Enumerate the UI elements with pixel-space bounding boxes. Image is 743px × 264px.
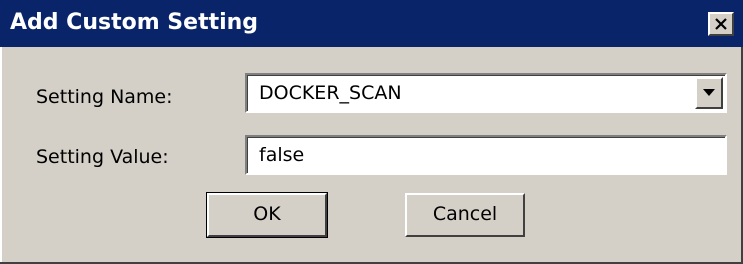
add-custom-setting-dialog: Add Custom Setting Setting Name: DOCKER_… — [0, 0, 743, 264]
close-icon — [715, 18, 727, 30]
setting-value-label: Setting Value: — [36, 146, 169, 168]
setting-value-input[interactable]: false — [245, 135, 727, 175]
close-button[interactable] — [708, 12, 734, 36]
setting-name-label: Setting Name: — [36, 86, 173, 108]
chevron-down-icon — [703, 89, 715, 96]
dropdown-button[interactable] — [695, 77, 723, 109]
title-bar[interactable]: Add Custom Setting — [0, 0, 743, 47]
setting-name-value: DOCKER_SCAN — [259, 82, 402, 104]
setting-name-dropdown[interactable]: DOCKER_SCAN — [245, 73, 727, 113]
dialog-left-edge — [0, 47, 2, 264]
dialog-title: Add Custom Setting — [10, 10, 259, 35]
ok-button[interactable]: OK — [206, 192, 328, 238]
setting-value-text: false — [259, 144, 305, 166]
cancel-button[interactable]: Cancel — [405, 193, 525, 237]
